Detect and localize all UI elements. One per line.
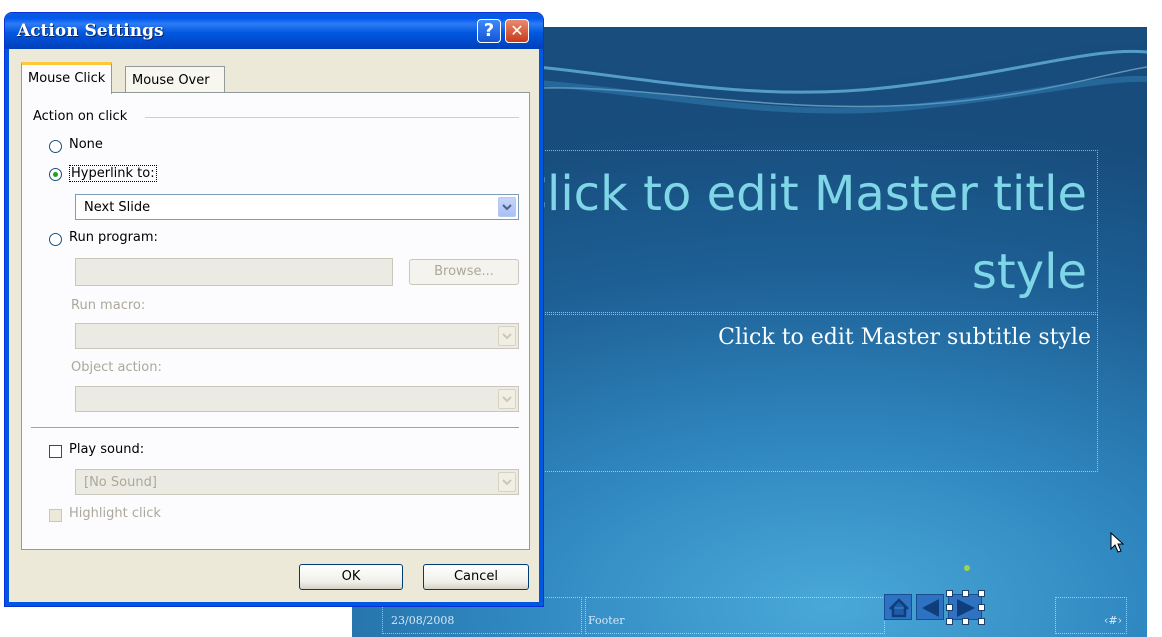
- slide-number-text: ‹#›: [1103, 614, 1122, 627]
- home-action-button[interactable]: [884, 594, 912, 620]
- slide-number-placeholder[interactable]: ‹#›: [1055, 597, 1127, 634]
- selection-handle[interactable]: [978, 604, 985, 611]
- date-text: 23/08/2008: [391, 614, 455, 627]
- selection-handle[interactable]: [962, 618, 969, 625]
- subtitle-placeholder[interactable]: Click to edit Master subtitle style: [542, 314, 1098, 472]
- radio-hyperlink-label: Hyperlink to:: [69, 165, 157, 182]
- close-icon: ✕: [510, 21, 524, 40]
- chevron-down-icon: [502, 479, 512, 486]
- action-on-click-label: Action on click: [33, 109, 128, 124]
- back-icon: [922, 599, 939, 617]
- footer-text: Footer: [588, 614, 625, 627]
- sound-dropdown[interactable]: [No Sound]: [75, 469, 519, 495]
- tab-mouse-over[interactable]: Mouse Over: [125, 66, 225, 92]
- dropdown-arrow[interactable]: [498, 389, 516, 409]
- home-icon: [889, 598, 909, 618]
- dialog-border-right: [539, 49, 543, 606]
- dialog-title: Action Settings: [17, 21, 164, 41]
- back-action-button[interactable]: [916, 594, 944, 620]
- help-button[interactable]: ?: [477, 19, 501, 43]
- radio-run-program-label: Run program:: [69, 230, 158, 245]
- dropdown-arrow[interactable]: [498, 472, 516, 492]
- highlight-click-checkbox[interactable]: [49, 509, 62, 522]
- selection-handle[interactable]: [946, 618, 953, 625]
- run-program-input[interactable]: [75, 258, 393, 286]
- run-macro-dropdown[interactable]: [75, 323, 519, 349]
- cancel-button[interactable]: Cancel: [423, 564, 529, 590]
- group-divider: [145, 117, 519, 118]
- slide-subtitle: Click to edit Master subtitle style: [718, 325, 1091, 350]
- chevron-down-icon: [502, 204, 512, 211]
- dialog-border-bottom: [5, 602, 543, 606]
- selection-handle[interactable]: [962, 590, 969, 597]
- tab-mouse-over-label: Mouse Over: [132, 73, 210, 88]
- close-button[interactable]: ✕: [505, 19, 529, 43]
- forward-action-button[interactable]: [948, 594, 982, 620]
- dropdown-arrow[interactable]: [498, 197, 516, 217]
- selection-handle[interactable]: [946, 604, 953, 611]
- ok-button-label: OK: [341, 569, 361, 584]
- action-settings-dialog: Action Settings ? ✕ Mouse Over Mouse Cli…: [4, 12, 544, 607]
- object-action-dropdown[interactable]: [75, 386, 519, 412]
- hyperlink-dropdown-value: Next Slide: [84, 200, 151, 215]
- dropdown-arrow[interactable]: [498, 326, 516, 346]
- section-separator: [31, 427, 519, 429]
- radio-none[interactable]: [49, 140, 62, 153]
- radio-none-label: None: [69, 137, 103, 152]
- dialog-border-left: [5, 49, 9, 606]
- ok-button[interactable]: OK: [299, 564, 403, 590]
- chevron-down-icon: [502, 396, 512, 403]
- mouse-pointer-icon: [1110, 532, 1125, 553]
- play-sound-label: Play sound:: [69, 442, 145, 457]
- tab-mouse-click[interactable]: Mouse Click: [21, 62, 113, 94]
- help-icon: ?: [483, 20, 495, 41]
- rotation-handle[interactable]: [964, 565, 970, 571]
- sound-dropdown-value: [No Sound]: [84, 475, 157, 490]
- selection-handle[interactable]: [978, 618, 985, 625]
- radio-hyperlink[interactable]: [49, 168, 62, 181]
- title-placeholder[interactable]: Click to edit Master title style: [513, 150, 1098, 313]
- tab-mouse-click-label: Mouse Click: [28, 71, 106, 86]
- hyperlink-dropdown[interactable]: Next Slide: [75, 194, 519, 220]
- selection-handle[interactable]: [978, 590, 985, 597]
- cancel-button-label: Cancel: [453, 569, 499, 584]
- browse-button[interactable]: Browse...: [409, 259, 519, 285]
- radio-run-program[interactable]: [49, 233, 62, 246]
- browse-button-label: Browse...: [434, 264, 494, 279]
- play-sound-checkbox[interactable]: [49, 445, 62, 458]
- selection-handle[interactable]: [946, 590, 953, 597]
- highlight-click-label: Highlight click: [69, 506, 161, 521]
- chevron-down-icon: [502, 333, 512, 340]
- run-macro-label: Run macro:: [71, 298, 146, 313]
- dialog-titlebar[interactable]: Action Settings ? ✕: [5, 13, 543, 49]
- footer-placeholder[interactable]: Footer: [585, 597, 885, 634]
- object-action-label: Object action:: [71, 360, 162, 375]
